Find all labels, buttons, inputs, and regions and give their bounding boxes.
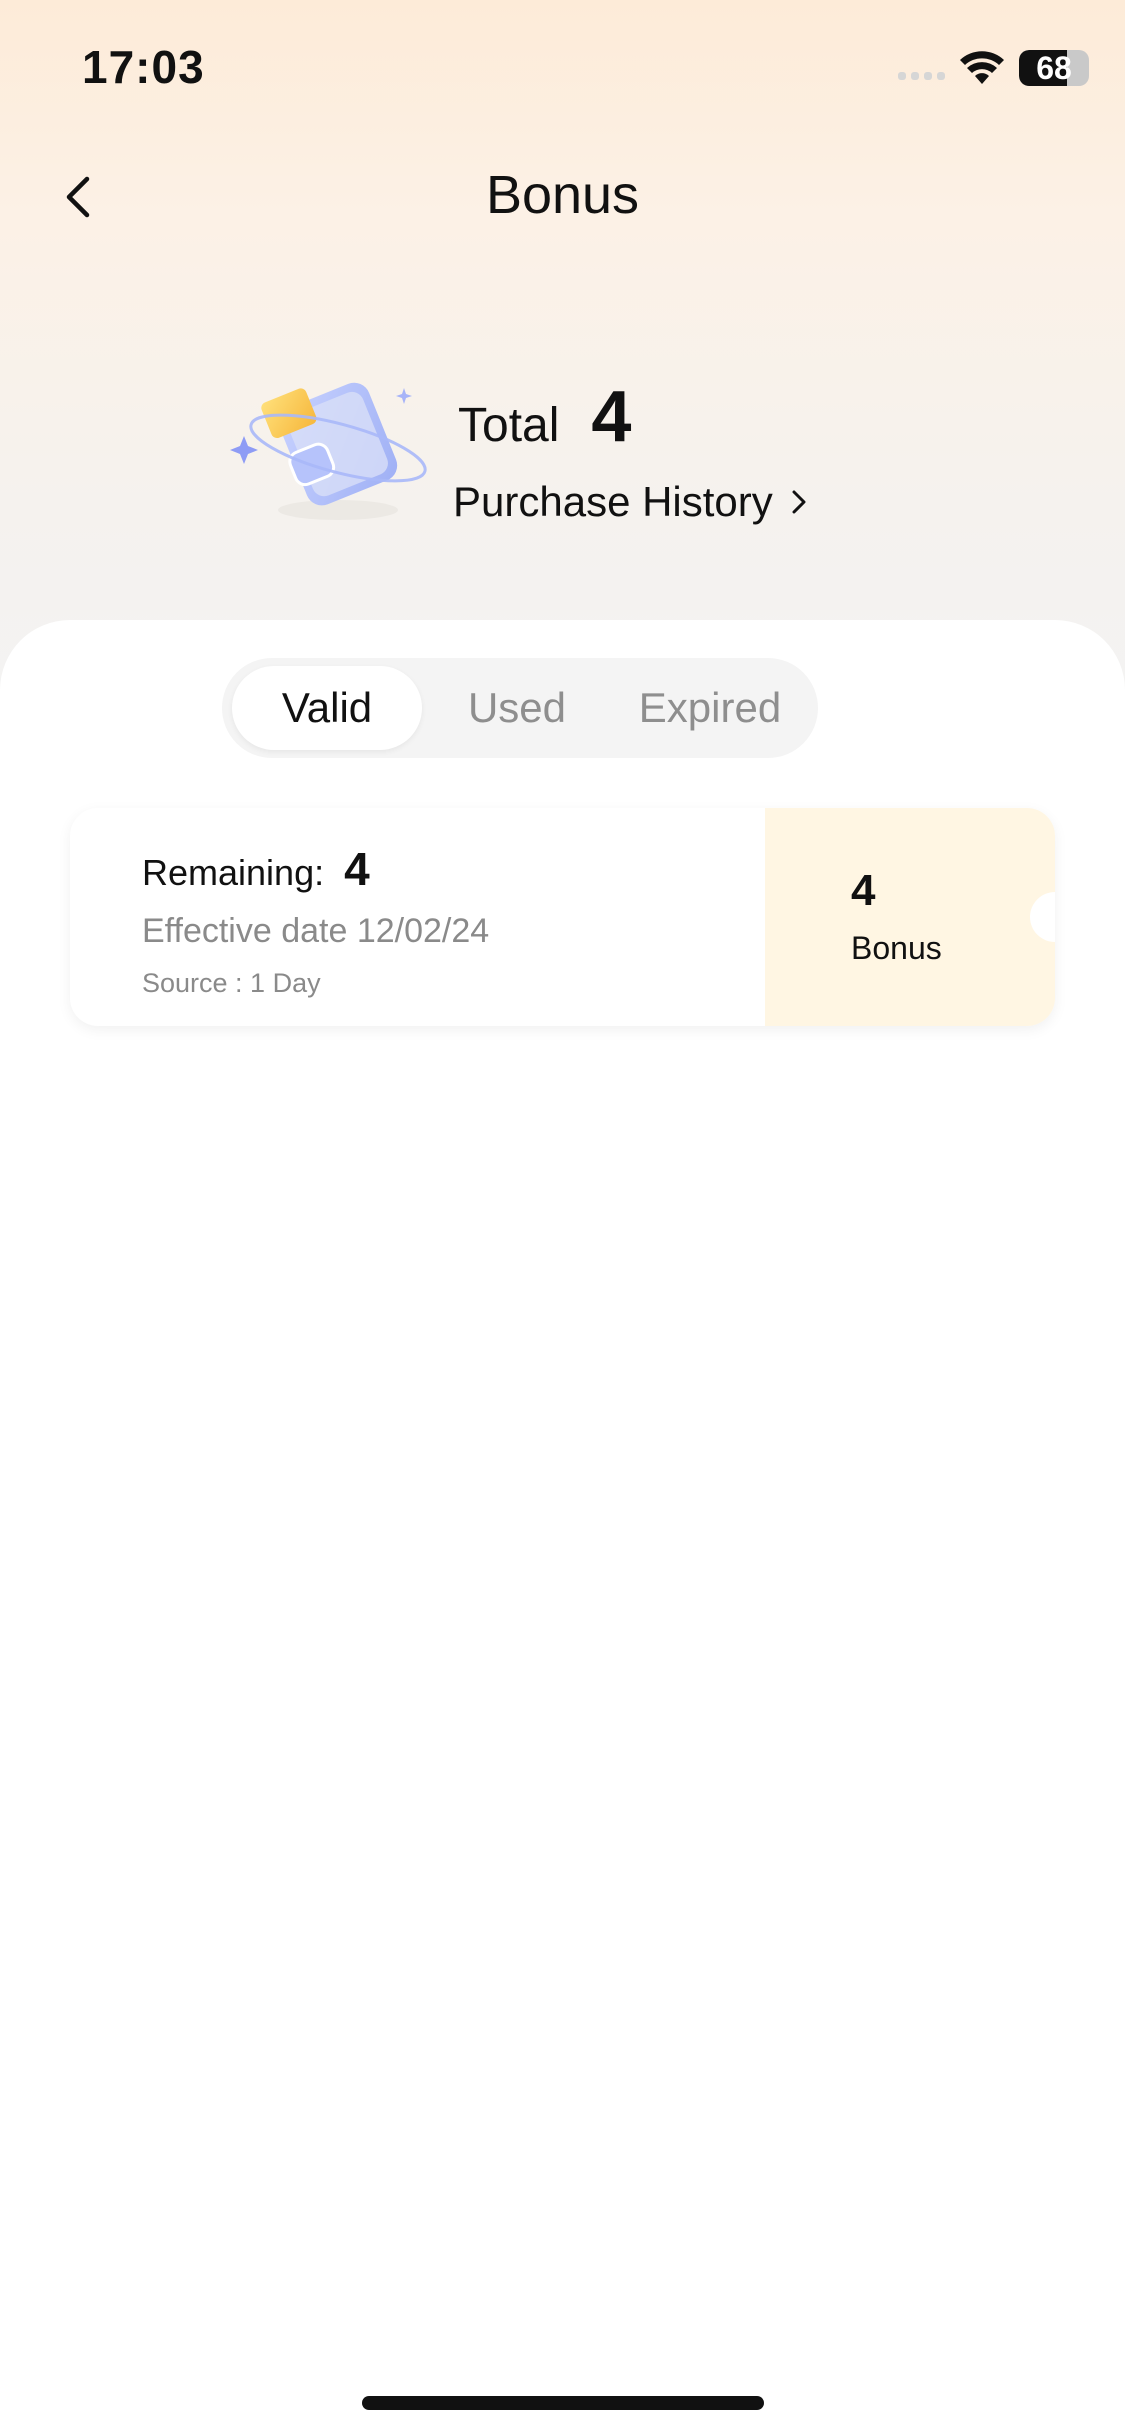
home-indicator[interactable] (362, 2396, 764, 2410)
battery-percent: 68 (1036, 50, 1072, 86)
navigation-bar: Bonus (0, 140, 1125, 260)
bonus-summary: Total 4 Purchase History (0, 340, 1125, 540)
bonus-label: Bonus (851, 930, 942, 966)
coupon-notch (70, 892, 95, 942)
coupon-value-panel: 4 Bonus (765, 808, 1055, 1026)
tab-valid[interactable]: Valid (232, 666, 422, 750)
page-title: Bonus (485, 165, 640, 225)
signal-icon (898, 56, 945, 80)
remaining-row: Remaining: 4 (142, 842, 370, 896)
status-icons: 68 (898, 46, 1089, 90)
remaining-label: Remaining: (142, 852, 325, 893)
content-card: Valid Used Expired 4 Bonus Remaining: 4 … (0, 620, 1125, 2436)
wifi-icon (960, 51, 1004, 84)
status-bar: 17:03 68 (0, 0, 1125, 140)
remaining-value: 4 (344, 843, 370, 895)
tab-used[interactable]: Used (427, 666, 607, 750)
tab-label: Expired (638, 684, 782, 731)
status-tabs: Valid Used Expired (222, 658, 818, 758)
total-row: Total 4 (458, 376, 631, 458)
effective-date: Effective date 12/02/24 (142, 912, 490, 950)
status-time: 17:03 (82, 41, 205, 93)
chevron-right-icon (792, 490, 806, 514)
wallet-icon (230, 382, 427, 520)
purchase-history-link[interactable]: Purchase History (453, 478, 809, 526)
battery-icon: 68 (1019, 50, 1089, 86)
bonus-value: 4 (851, 866, 876, 915)
tab-label: Valid (281, 684, 373, 731)
tab-label: Used (467, 684, 567, 731)
total-label: Total (458, 399, 560, 452)
tab-expired[interactable]: Expired (612, 666, 808, 750)
bonus-source: Source : 1 Day (142, 968, 321, 998)
purchase-history-label: Purchase History (453, 478, 773, 525)
bonus-coupon[interactable]: 4 Bonus Remaining: 4 Effective date 12/0… (70, 808, 1055, 1026)
total-value: 4 (591, 377, 632, 457)
